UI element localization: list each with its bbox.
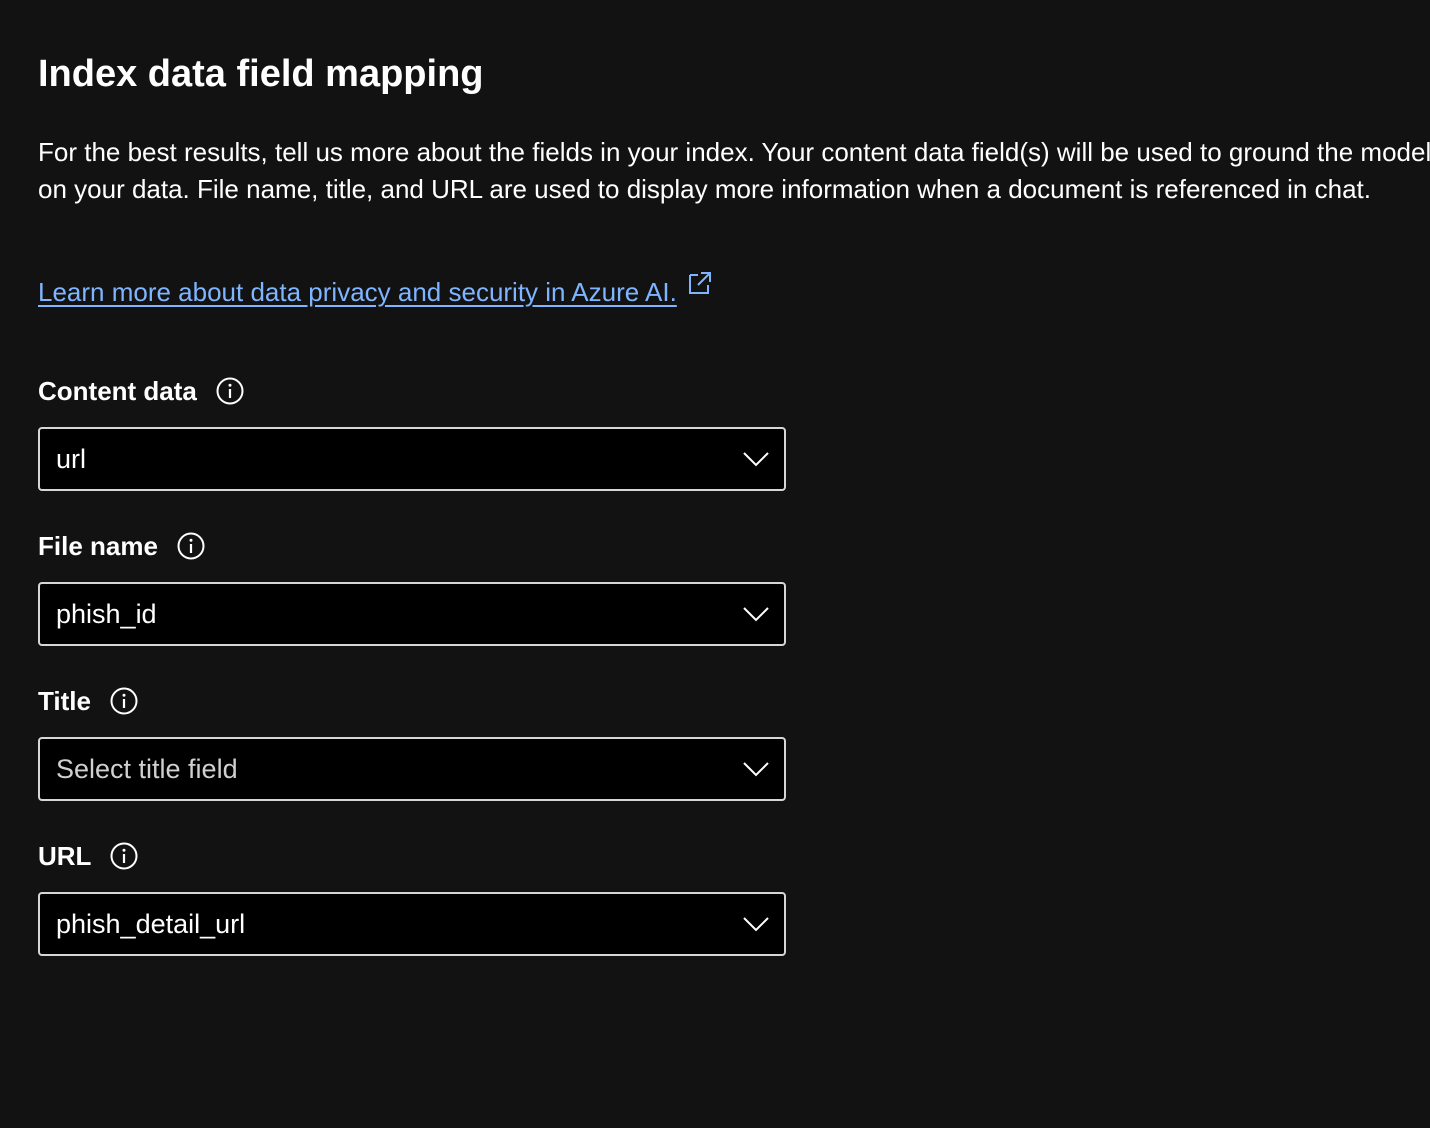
content-data-dropdown[interactable]: url [38, 427, 786, 491]
content-data-label: Content data [38, 376, 197, 406]
info-icon[interactable] [109, 686, 139, 716]
learn-more-link[interactable]: Learn more about data privacy and securi… [38, 270, 677, 314]
chevron-down-icon [743, 452, 769, 467]
info-icon[interactable] [215, 376, 245, 406]
url-label-row: URL [38, 836, 139, 876]
file-name-label-row: File name [38, 526, 206, 566]
title-placeholder: Select title field [56, 753, 238, 784]
content-data-value: url [56, 443, 87, 474]
info-icon[interactable] [176, 531, 206, 561]
title-label: Title [38, 686, 91, 716]
chevron-down-icon [743, 762, 769, 777]
chevron-down-icon [743, 917, 769, 932]
url-label: URL [38, 841, 92, 871]
url-value: phish_detail_url [56, 908, 246, 939]
file-name-value: phish_id [56, 598, 157, 629]
title-label-row: Title [38, 681, 139, 721]
learn-more-row: Learn more about data privacy and securi… [38, 270, 713, 314]
url-dropdown[interactable]: phish_detail_url [38, 892, 786, 956]
page-title: Index data field mapping [38, 53, 484, 95]
file-name-dropdown[interactable]: phish_id [38, 582, 786, 646]
external-link-icon[interactable] [687, 270, 713, 296]
field-mapping-panel: Index data field mapping For the best re… [38, 0, 1430, 1128]
description-text: For the best results, tell us more about… [38, 137, 1430, 204]
info-icon[interactable] [109, 841, 139, 871]
file-name-label: File name [38, 531, 158, 561]
content-data-label-row: Content data [38, 371, 245, 411]
title-dropdown[interactable]: Select title field [38, 737, 786, 801]
chevron-down-icon [743, 607, 769, 622]
